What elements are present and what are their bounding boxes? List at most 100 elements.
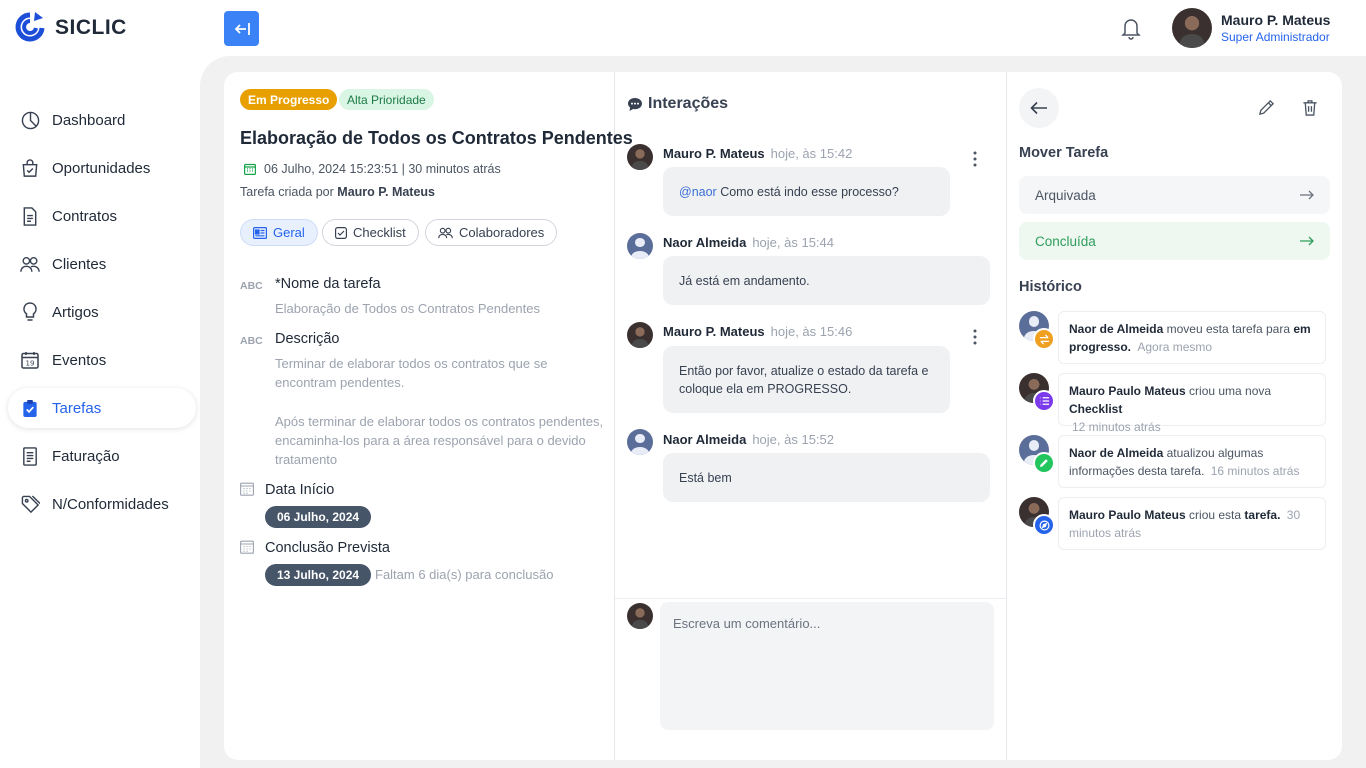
message-author: Naor Almeida bbox=[663, 235, 747, 250]
avatar bbox=[627, 603, 653, 629]
task-name-value[interactable]: Elaboração de Todos os Contratos Pendent… bbox=[275, 299, 605, 318]
pie-chart-icon bbox=[20, 110, 40, 130]
history-entry: Mauro Paulo Mateus criou uma nova Checkl… bbox=[1058, 373, 1326, 434]
svg-text:19: 19 bbox=[26, 360, 35, 368]
users-icon bbox=[438, 227, 453, 238]
sidebar-item-eventos[interactable]: 19 Eventos bbox=[0, 336, 200, 384]
start-date-pill[interactable]: 06 Julho, 2024 bbox=[265, 506, 372, 528]
due-date-label: Conclusão Prevista bbox=[265, 540, 390, 556]
sidebar-item-label: Oportunidades bbox=[52, 159, 151, 177]
sidebar-item-label: N/Conformidades bbox=[52, 495, 169, 513]
message-time: hoje, às 15:52 bbox=[752, 432, 835, 447]
history-actor: Mauro Paulo Mateus bbox=[1069, 508, 1186, 522]
sidebar-item-label: Dashboard bbox=[52, 111, 126, 129]
created-badge bbox=[1033, 514, 1055, 536]
comment-input[interactable]: Escreva um comentário... bbox=[660, 602, 994, 730]
user-avatar bbox=[1172, 8, 1212, 48]
sidebar-item-tarefas[interactable]: Tarefas bbox=[0, 384, 200, 432]
user-menu[interactable]: Mauro P. Mateus Super Administrador bbox=[1172, 8, 1330, 48]
pencil-icon bbox=[1040, 459, 1048, 467]
priority-badge: Alta Prioridade bbox=[339, 89, 434, 110]
calendar-grid-icon bbox=[240, 482, 254, 496]
sidebar-item-label: Artigos bbox=[52, 303, 99, 321]
sidebar-item-contratos[interactable]: Contratos bbox=[0, 192, 200, 240]
back-button[interactable] bbox=[1019, 88, 1059, 128]
sidebar-nav: Dashboard Oportunidades Contratos Client… bbox=[0, 96, 200, 528]
lightbulb-icon bbox=[20, 302, 40, 322]
tab-checklist[interactable]: Checklist bbox=[322, 219, 419, 246]
clipboard-check-icon bbox=[20, 398, 40, 418]
document-icon bbox=[20, 206, 40, 226]
history-time: 12 minutos atrás bbox=[1072, 420, 1161, 434]
message-author: Naor Almeida bbox=[663, 432, 747, 447]
message-author: Mauro P. Mateus bbox=[663, 146, 765, 161]
task-creator: Tarefa criada por Mauro P. Mateus bbox=[240, 185, 435, 199]
message-header: Naor Almeida hoje, às 15:52 bbox=[663, 432, 834, 447]
move-task-title-text: Mover Tarefa bbox=[1019, 145, 1109, 161]
due-date-pill[interactable]: 13 Julho, 2024 bbox=[265, 564, 372, 586]
tab-label: Checklist bbox=[353, 225, 406, 240]
description-paragraph-2[interactable]: Após terminar de elaborar todos os contr… bbox=[275, 412, 605, 469]
comment-divider bbox=[615, 598, 1006, 599]
history-actor: Naor de Almeida bbox=[1069, 446, 1164, 460]
list-icon bbox=[1039, 397, 1049, 405]
tag-icon bbox=[20, 494, 40, 514]
chat-bubble-icon bbox=[628, 97, 642, 111]
siclic-logo-icon bbox=[15, 12, 45, 42]
tab-colaboradores[interactable]: Colaboradores bbox=[425, 219, 558, 246]
sidebar-item-oportunidades[interactable]: Oportunidades bbox=[0, 144, 200, 192]
sidebar-item-faturacao[interactable]: Faturação bbox=[0, 432, 200, 480]
column-divider bbox=[1006, 72, 1007, 760]
description-paragraph-1[interactable]: Terminar de elaborar todos os contratos … bbox=[275, 354, 605, 392]
arrow-right-icon bbox=[1300, 236, 1314, 246]
sidebar-item-label: Eventos bbox=[52, 351, 107, 369]
app-logo[interactable]: SICLIC bbox=[15, 12, 127, 44]
sidebar-item-label: Tarefas bbox=[52, 399, 102, 417]
creator-prefix: Tarefa criada por bbox=[240, 185, 334, 199]
app-name: SICLIC bbox=[55, 16, 127, 39]
edit-button[interactable] bbox=[1256, 97, 1276, 117]
column-divider bbox=[614, 72, 615, 760]
move-to-archived-button[interactable]: Arquivada bbox=[1019, 176, 1330, 214]
delete-button[interactable] bbox=[1300, 97, 1320, 117]
arrow-right-icon bbox=[1300, 190, 1314, 200]
message-time: hoje, às 15:42 bbox=[770, 146, 853, 161]
message-time: hoje, às 15:46 bbox=[770, 324, 853, 339]
more-options-icon[interactable] bbox=[969, 328, 981, 346]
remaining-days: Faltam 6 dia(s) para conclusão bbox=[375, 567, 554, 582]
avatar bbox=[627, 322, 653, 348]
sidebar-item-dashboard[interactable]: Dashboard bbox=[0, 96, 200, 144]
history-object: tarefa. bbox=[1244, 508, 1281, 522]
calendar-icon: 19 bbox=[20, 350, 40, 370]
pencil-icon bbox=[1258, 99, 1274, 115]
collapse-sidebar-button[interactable] bbox=[224, 11, 259, 46]
users-icon bbox=[20, 254, 40, 274]
history-actor: Mauro Paulo Mateus bbox=[1069, 384, 1186, 398]
history-object: Checklist bbox=[1069, 402, 1123, 416]
move-task-title: Mover Tarefa bbox=[1019, 145, 1108, 161]
more-options-icon[interactable] bbox=[969, 150, 981, 168]
move-option-label: Arquivada bbox=[1035, 187, 1096, 203]
history-time: 16 minutos atrás bbox=[1210, 464, 1300, 478]
message-bubble: @naor Como está indo esse processo? bbox=[663, 167, 950, 216]
checklist-badge bbox=[1033, 390, 1055, 412]
message-author: Mauro P. Mateus bbox=[663, 324, 765, 339]
notifications-bell-icon[interactable] bbox=[1118, 15, 1144, 41]
sidebar-item-clientes[interactable]: Clientes bbox=[0, 240, 200, 288]
status-badge: Em Progresso bbox=[240, 89, 338, 110]
move-to-done-button[interactable]: Concluída bbox=[1019, 222, 1330, 260]
text-field-icon: ABC bbox=[240, 335, 263, 347]
sidebar-item-artigos[interactable]: Artigos bbox=[0, 288, 200, 336]
message-bubble: Está bem bbox=[663, 453, 990, 502]
sidebar-item-label: Faturação bbox=[52, 447, 120, 465]
interactions-title: Interações bbox=[627, 95, 728, 113]
history-entry: Mauro Paulo Mateus criou esta tarefa. 30… bbox=[1058, 497, 1326, 550]
tab-geral[interactable]: Geral bbox=[240, 219, 318, 246]
sidebar-item-nconformidades[interactable]: N/Conformidades bbox=[0, 480, 200, 528]
user-role: Super Administrador bbox=[1221, 30, 1330, 44]
message-text: Já está em andamento. bbox=[679, 273, 810, 288]
text-field-icon: ABC bbox=[240, 280, 263, 292]
task-title: Elaboração de Todos os Contratos Pendent… bbox=[240, 128, 633, 148]
mention-link[interactable]: @naor bbox=[679, 185, 717, 199]
id-card-icon bbox=[253, 226, 267, 239]
